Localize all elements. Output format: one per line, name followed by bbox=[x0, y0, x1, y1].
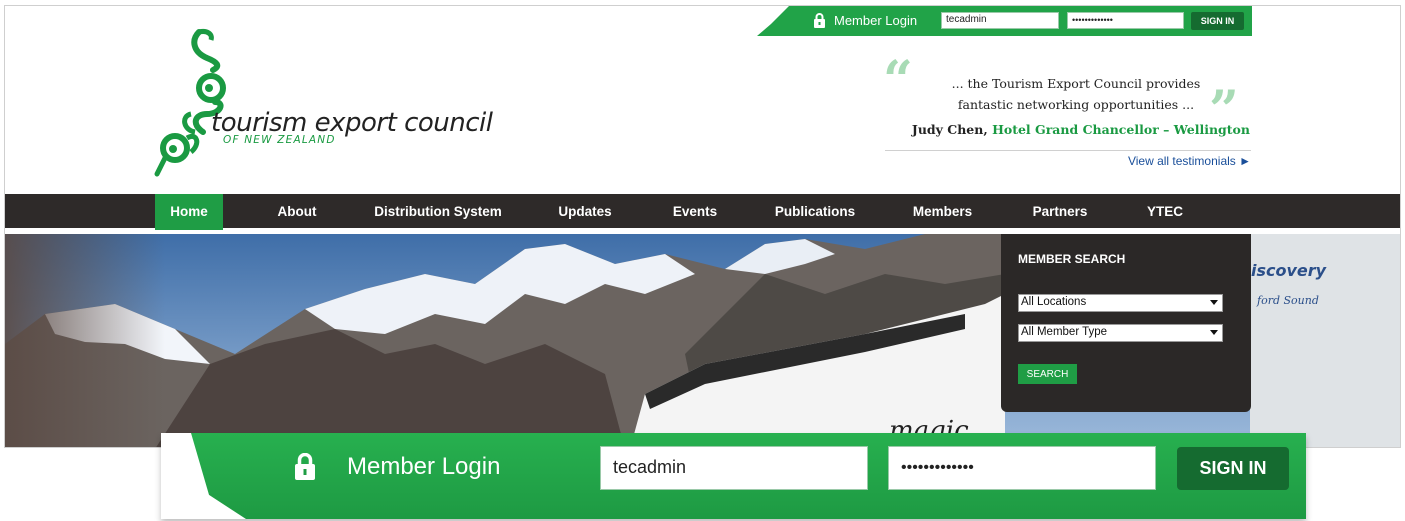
member-search-button[interactable]: SEARCH bbox=[1018, 364, 1077, 384]
nav-distribution-system[interactable]: Distribution System bbox=[363, 194, 513, 230]
bus-route-lettering: ford Sound bbox=[1256, 294, 1319, 307]
lock-icon bbox=[814, 13, 825, 28]
testimonial-text: ... the Tourism Export Council provides … bbox=[951, 76, 1201, 112]
login-zoom-callout: Member Login tecadmin ••••••••••••• SIGN… bbox=[161, 433, 1306, 519]
author-organisation: Hotel Grand Chancellor – Wellington bbox=[992, 122, 1250, 137]
author-name: Judy Chen, bbox=[911, 122, 988, 137]
testimonial-author: Judy Chen, Hotel Grand Chancellor – Well… bbox=[898, 122, 1250, 137]
zoomed-member-login-label: Member Login bbox=[347, 453, 501, 480]
location-select-value: All Locations bbox=[1021, 296, 1087, 308]
nav-partners[interactable]: Partners bbox=[1020, 194, 1100, 230]
nav-updates[interactable]: Updates bbox=[545, 194, 625, 230]
bus-brand-lettering: iscovery bbox=[1251, 261, 1327, 280]
main-nav: Home About Distribution System Updates E… bbox=[5, 194, 1400, 231]
nav-home[interactable]: Home bbox=[155, 194, 223, 230]
nav-events[interactable]: Events bbox=[660, 194, 730, 230]
logo-subtitle: OF NEW ZEALAND bbox=[223, 134, 336, 146]
member-login-bar: Member Login tecadmin ••••••••••••• SIGN… bbox=[757, 6, 1252, 36]
member-type-select[interactable]: All Member Type bbox=[1018, 324, 1223, 342]
koru-logo-mark bbox=[154, 29, 226, 177]
nav-ytec[interactable]: YTEC bbox=[1135, 194, 1195, 230]
zoomed-sign-in-button[interactable]: SIGN IN bbox=[1177, 447, 1289, 490]
location-select[interactable]: All Locations bbox=[1018, 294, 1223, 312]
member-type-select-value: All Member Type bbox=[1021, 326, 1108, 338]
view-all-testimonials-link[interactable]: View all testimonials ► bbox=[1105, 154, 1251, 168]
member-login-label: Member Login bbox=[834, 13, 918, 28]
password-input[interactable]: ••••••••••••• bbox=[1067, 12, 1184, 29]
nav-about[interactable]: About bbox=[263, 194, 331, 230]
zoomed-username-input[interactable]: tecadmin bbox=[600, 446, 868, 490]
nav-members[interactable]: Members bbox=[900, 194, 985, 230]
chevron-down-icon bbox=[1210, 330, 1218, 335]
website-frame: Member Login tecadmin ••••••••••••• SIGN… bbox=[4, 5, 1401, 448]
open-quote-icon: “ bbox=[883, 50, 913, 111]
username-input[interactable]: tecadmin bbox=[941, 12, 1059, 29]
chevron-down-icon bbox=[1210, 300, 1218, 305]
testimonial-divider bbox=[885, 150, 1251, 151]
member-search-panel: MEMBER SEARCH All Locations All Member T… bbox=[1001, 234, 1251, 412]
member-search-title: MEMBER SEARCH bbox=[1018, 252, 1126, 266]
sign-in-button[interactable]: SIGN IN bbox=[1191, 12, 1244, 30]
lock-icon bbox=[295, 453, 315, 480]
nav-publications[interactable]: Publications bbox=[765, 194, 865, 230]
zoomed-password-input[interactable]: ••••••••••••• bbox=[888, 446, 1156, 490]
